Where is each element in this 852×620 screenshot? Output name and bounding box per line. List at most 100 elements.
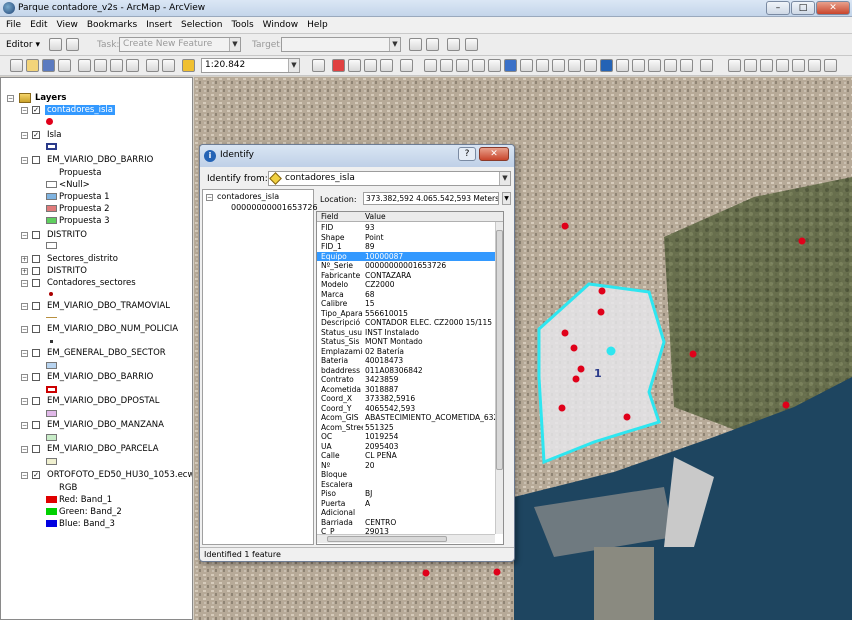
layer-em-viario-barrio-2[interactable]: EM_VIARIO_DBO_BARRIO [47,372,153,382]
meter-point[interactable] [598,287,606,295]
fixed-zoom-in-icon[interactable] [456,59,469,72]
rotate-tool-icon[interactable] [426,38,439,51]
minimize-button[interactable]: – [766,1,790,15]
collapse-icon[interactable]: − [21,472,28,479]
table-row[interactable]: Adicional [317,508,497,518]
select-elements-icon[interactable] [584,59,597,72]
table-row[interactable]: Modelo CZ2000 [317,280,497,290]
table-row[interactable]: Nº 20 [317,461,497,471]
location-options-button[interactable]: ▼ [502,192,511,205]
meter-point[interactable] [577,365,585,373]
meter-point[interactable] [798,237,806,245]
forward-arrow-icon[interactable] [536,59,549,72]
layer-dpostal[interactable]: EM_VIARIO_DBO_DPOSTAL [47,396,159,406]
table-row[interactable]: Bloque [317,470,497,480]
delete-icon[interactable] [126,59,139,72]
identify-icon[interactable] [600,59,613,72]
table-row[interactable]: Marca 68 [317,290,497,300]
layer-checkbox[interactable] [32,267,40,275]
paste-icon[interactable] [110,59,123,72]
zoom-out-icon[interactable] [440,59,453,72]
layer-checkbox[interactable] [32,397,40,405]
meter-point[interactable] [782,401,790,409]
meter-point[interactable] [689,350,697,358]
layer-checkbox[interactable] [32,302,40,310]
table-row[interactable]: Emplazamie 02 Batería [317,347,497,357]
meter-point[interactable] [561,222,569,230]
collapse-icon[interactable]: − [21,232,28,239]
collapse-icon[interactable]: − [21,303,28,310]
split-tool-icon[interactable] [409,38,422,51]
meter-point[interactable] [623,413,631,421]
header-value[interactable]: Value [365,212,386,222]
model-builder-icon[interactable] [380,59,393,72]
layer-contadores-isla[interactable]: contadores_isla [45,105,115,115]
layer-sectores-distrito[interactable]: Sectores_distrito [47,254,118,264]
map-scale-input[interactable]: 1:20.842 ▼ [201,58,300,73]
layer-checkbox[interactable] [32,279,40,287]
layer-distrito-2[interactable]: DISTRITO [47,266,87,276]
print-icon[interactable] [58,59,71,72]
collapse-icon[interactable]: − [7,95,14,102]
meter-point[interactable] [597,308,605,316]
layer-checkbox[interactable]: ✓ [32,131,40,139]
table-row[interactable]: Acom_GIS ABASTECIMIENTO_ACOMETIDA_632D26 [317,413,497,423]
table-row[interactable]: Descripció CONTADOR ELEC. CZ2000 15/115 ( [317,318,497,328]
layer-checkbox[interactable] [32,349,40,357]
menu-insert[interactable]: Insert [146,20,172,30]
menu-help[interactable]: Help [307,20,328,30]
collapse-icon[interactable]: − [21,132,28,139]
layout-tool-2-icon[interactable] [744,59,757,72]
table-row[interactable]: Coord_X 373382,5916 [317,394,497,404]
target-dropdown[interactable]: ▼ [281,37,401,52]
layer-checkbox[interactable] [32,156,40,164]
table-row[interactable]: Coord_Y 4065542,593 [317,404,497,414]
layer-tramovial[interactable]: EM_VIARIO_DBO_TRAMOVIAL [47,301,170,311]
menu-file[interactable]: File [6,20,21,30]
layout-tool-7-icon[interactable] [824,59,837,72]
layer-isla[interactable]: Isla [47,130,62,140]
layer-checkbox[interactable] [32,231,40,239]
table-row[interactable]: Equipo 10000087 [317,251,497,261]
collapse-icon[interactable]: − [21,350,28,357]
layer-checkbox[interactable] [32,421,40,429]
table-row[interactable]: Barriada CENTRO [317,518,497,528]
go-to-xy-icon[interactable] [632,59,645,72]
tree-feature-node[interactable]: 00000000001653726 [231,203,318,213]
copy-icon[interactable] [94,59,107,72]
layout-tool-4-icon[interactable] [776,59,789,72]
layer-checkbox[interactable]: ✓ [32,106,40,114]
layer-checkbox[interactable] [32,445,40,453]
add-data-icon[interactable] [182,59,195,72]
table-row[interactable]: Shape Point [317,233,497,243]
editor-menu-button[interactable]: Editor ▾ [6,40,40,50]
scroll-thumb[interactable] [496,230,503,470]
undo-icon[interactable] [146,59,159,72]
sketch-properties-icon[interactable] [465,38,478,51]
table-row[interactable]: Puerta A [317,499,497,509]
time-slider-icon[interactable] [700,59,713,72]
measure-icon[interactable] [648,59,661,72]
open-folder-icon[interactable] [26,59,39,72]
layer-checkbox[interactable] [32,255,40,263]
table-row[interactable]: Piso BJ [317,489,497,499]
menu-tools[interactable]: Tools [231,20,253,30]
identify-from-dropdown[interactable]: contadores_isla ▼ [268,171,511,186]
menu-window[interactable]: Window [263,20,299,30]
layer-ortofoto[interactable]: ORTOFOTO_ED50_HU30_1053.ecw [47,470,192,480]
layers-root[interactable]: Layers [35,93,66,103]
table-row[interactable]: UA 2095403 [317,442,497,452]
collapse-icon[interactable]: − [21,326,28,333]
table-row[interactable]: Contrato 3423859 [317,375,497,385]
collapse-icon[interactable]: − [21,374,28,381]
table-row[interactable]: FID_1 89 [317,242,497,252]
layer-checkbox[interactable] [32,373,40,381]
command-line-icon[interactable] [364,59,377,72]
menu-bookmarks[interactable]: Bookmarks [87,20,137,30]
meter-point[interactable] [561,329,569,337]
catalog-icon[interactable] [348,59,361,72]
edit-tool-icon[interactable] [49,38,62,51]
back-arrow-icon[interactable] [520,59,533,72]
collapse-icon[interactable]: − [21,446,28,453]
find-binoculars-icon[interactable] [616,59,629,72]
